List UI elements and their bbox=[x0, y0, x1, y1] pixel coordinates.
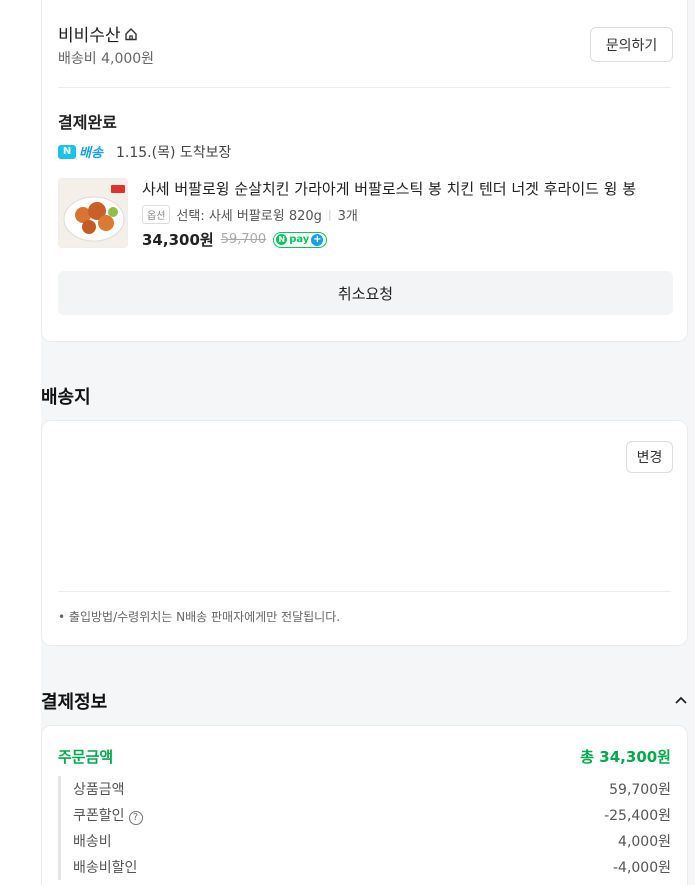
quantity: 3개 bbox=[337, 209, 358, 224]
product-thumbnail[interactable] bbox=[58, 178, 128, 248]
plus-icon: + bbox=[311, 233, 324, 246]
change-address-button[interactable]: 변경 bbox=[626, 441, 673, 473]
n-delivery-logo-icon: N bbox=[58, 144, 76, 159]
sale-price: 34,300원 bbox=[142, 231, 214, 249]
payment-row-shipping-discount: 배송비할인 -4,000원 bbox=[61, 854, 671, 880]
payment-row-label: 상품금액 bbox=[73, 782, 125, 798]
store-name[interactable]: 비비수산 bbox=[58, 21, 138, 46]
home-icon bbox=[124, 27, 137, 40]
n-delivery-label: 배송 bbox=[79, 146, 103, 161]
payment-row-coupon: 쿠폰할인? -25,400원 bbox=[61, 802, 671, 828]
order-card: 비비수산 배송비 4,000원 문의하기 결제완료 N 배송 1.15.(목) … bbox=[41, 0, 688, 342]
divider bbox=[58, 87, 671, 88]
divider bbox=[58, 591, 671, 592]
separator: | bbox=[327, 208, 332, 221]
option-row: 옵션 선택: 사세 버팔로윙 820g | 3개 bbox=[142, 205, 358, 224]
left-strip bbox=[0, 0, 41, 885]
payment-section-title: 결제정보 bbox=[41, 692, 108, 713]
product-image bbox=[59, 179, 127, 247]
inquiry-button[interactable]: 문의하기 bbox=[590, 27, 673, 62]
option-text: 선택: 사세 버팔로윙 820g bbox=[176, 209, 322, 224]
n-delivery-badge: N 배송 bbox=[58, 142, 103, 161]
shipping-notice: • 출입방법/수령위치는 N배송 판매자에게만 전달됩니다. bbox=[58, 608, 340, 625]
shipping-card: 변경 • 출입방법/수령위치는 N배송 판매자에게만 전달됩니다. bbox=[41, 420, 688, 646]
cancel-request-button[interactable]: 취소요청 bbox=[58, 271, 673, 315]
npay-label: pay bbox=[289, 234, 310, 245]
chevron-up-icon[interactable] bbox=[673, 692, 689, 708]
payment-row-label: 배송비 bbox=[73, 834, 112, 850]
payment-row-label: 배송비할인 bbox=[73, 860, 138, 876]
shipping-notice-text: 출입방법/수령위치는 N배송 판매자에게만 전달됩니다. bbox=[68, 610, 341, 624]
option-badge: 옵션 bbox=[142, 205, 171, 224]
store-shipping-fee: 배송비 4,000원 bbox=[58, 51, 155, 67]
store-name-label[interactable]: 비비수산 bbox=[58, 21, 121, 46]
payment-row-product: 상품금액 59,700원 bbox=[61, 776, 671, 802]
help-icon[interactable]: ? bbox=[128, 810, 143, 825]
npay-n-icon: N bbox=[276, 234, 288, 245]
order-status: 결제완료 bbox=[58, 113, 117, 132]
payment-row-value: -4,000원 bbox=[612, 860, 671, 876]
order-amount-label: 주문금액 bbox=[58, 748, 114, 766]
payment-row-shipping: 배송비 4,000원 bbox=[61, 828, 671, 854]
order-amount-row: 주문금액 총 34,300원 bbox=[58, 746, 671, 767]
npay-plus-badge: N pay + bbox=[273, 231, 328, 248]
price-row: 34,300원 59,700 N pay + bbox=[142, 229, 328, 250]
product-title[interactable]: 사세 버팔로윙 순살치킨 가라아게 버팔로스틱 봉 치킨 텐더 너겟 후라이드 … bbox=[142, 178, 672, 199]
order-amount-total: 총 34,300원 bbox=[580, 748, 671, 766]
payment-row-value: -25,400원 bbox=[604, 808, 671, 824]
original-price: 59,700 bbox=[220, 232, 267, 247]
payment-row-label-wrap: 쿠폰할인? bbox=[73, 805, 143, 825]
payment-card: 주문금액 총 34,300원 상품금액 59,700원 쿠폰할인? -25,40… bbox=[41, 725, 688, 885]
payment-row-value: 4,000원 bbox=[618, 834, 671, 850]
payment-row-value: 59,700원 bbox=[609, 782, 671, 798]
shipping-section-title: 배송지 bbox=[41, 387, 91, 408]
payment-row-label: 쿠폰할인 bbox=[73, 808, 125, 824]
bullet: • bbox=[58, 610, 69, 624]
arrival-guarantee: 1.15.(목) 도착보장 bbox=[116, 145, 232, 161]
payment-breakdown: 상품금액 59,700원 쿠폰할인? -25,400원 배송비 4,000원 배… bbox=[58, 776, 671, 880]
